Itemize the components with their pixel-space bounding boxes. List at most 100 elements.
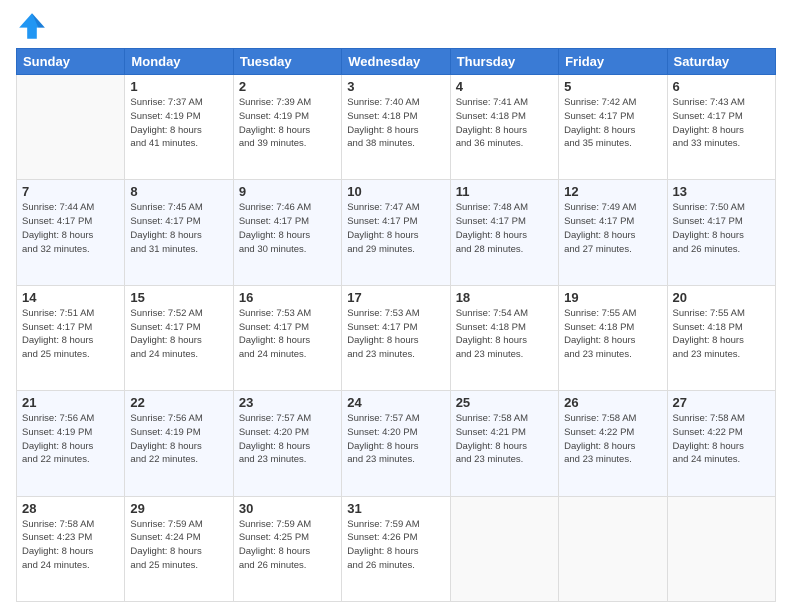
day-info: Sunrise: 7:58 AM Sunset: 4:23 PM Dayligh… — [22, 518, 119, 573]
day-number: 17 — [347, 290, 444, 305]
week-row-3: 14 Sunrise: 7:51 AM Sunset: 4:17 PM Dayli… — [17, 285, 776, 390]
header-wednesday: Wednesday — [342, 49, 450, 75]
day-info: Sunrise: 7:39 AM Sunset: 4:19 PM Dayligh… — [239, 96, 336, 151]
day-info: Sunrise: 7:48 AM Sunset: 4:17 PM Dayligh… — [456, 201, 553, 256]
day-info: Sunrise: 7:52 AM Sunset: 4:17 PM Dayligh… — [130, 307, 227, 362]
day-number: 21 — [22, 395, 119, 410]
day-number: 7 — [22, 184, 119, 199]
week-row-1: 1 Sunrise: 7:37 AM Sunset: 4:19 PM Daylig… — [17, 75, 776, 180]
page: SundayMondayTuesdayWednesdayThursdayFrid… — [0, 0, 792, 612]
calendar-cell: 26 Sunrise: 7:58 AM Sunset: 4:22 PM Dayli… — [559, 391, 667, 496]
day-info: Sunrise: 7:58 AM Sunset: 4:22 PM Dayligh… — [564, 412, 661, 467]
calendar-cell: 17 Sunrise: 7:53 AM Sunset: 4:17 PM Dayli… — [342, 285, 450, 390]
calendar-cell: 27Sunrise: 7:58 AM Sunset: 4:22 PM Dayli… — [667, 391, 775, 496]
day-number: 14 — [22, 290, 119, 305]
day-number: 9 — [239, 184, 336, 199]
day-info: Sunrise: 7:43 AM Sunset: 4:17 PM Dayligh… — [673, 96, 770, 151]
calendar-cell: 11 Sunrise: 7:48 AM Sunset: 4:17 PM Dayli… — [450, 180, 558, 285]
week-row-4: 21 Sunrise: 7:56 AM Sunset: 4:19 PM Dayli… — [17, 391, 776, 496]
calendar-cell: 2 Sunrise: 7:39 AM Sunset: 4:19 PM Daylig… — [233, 75, 341, 180]
calendar-cell: 1 Sunrise: 7:37 AM Sunset: 4:19 PM Daylig… — [125, 75, 233, 180]
calendar-cell: 29Sunrise: 7:59 AM Sunset: 4:24 PM Dayli… — [125, 496, 233, 601]
calendar-cell — [17, 75, 125, 180]
calendar-cell — [667, 496, 775, 601]
week-row-5: 28 Sunrise: 7:58 AM Sunset: 4:23 PM Dayli… — [17, 496, 776, 601]
day-number: 27 — [673, 395, 770, 410]
calendar-cell: 25 Sunrise: 7:58 AM Sunset: 4:21 PM Dayli… — [450, 391, 558, 496]
header-thursday: Thursday — [450, 49, 558, 75]
day-info: Sunrise: 7:42 AM Sunset: 4:17 PM Dayligh… — [564, 96, 661, 151]
calendar-cell: 6 Sunrise: 7:43 AM Sunset: 4:17 PM Daylig… — [667, 75, 775, 180]
calendar-cell: 31Sunrise: 7:59 AM Sunset: 4:26 PM Dayli… — [342, 496, 450, 601]
header-sunday: Sunday — [17, 49, 125, 75]
day-info: Sunrise: 7:37 AM Sunset: 4:19 PM Dayligh… — [130, 96, 227, 151]
day-number: 25 — [456, 395, 553, 410]
day-info: Sunrise: 7:57 AM Sunset: 4:20 PM Dayligh… — [239, 412, 336, 467]
day-info: Sunrise: 7:59 AM Sunset: 4:26 PM Dayligh… — [347, 518, 444, 573]
calendar-table: SundayMondayTuesdayWednesdayThursdayFrid… — [16, 48, 776, 602]
day-number: 15 — [130, 290, 227, 305]
day-number: 8 — [130, 184, 227, 199]
day-number: 19 — [564, 290, 661, 305]
calendar-cell: 14 Sunrise: 7:51 AM Sunset: 4:17 PM Dayli… — [17, 285, 125, 390]
day-info: Sunrise: 7:55 AM Sunset: 4:18 PM Dayligh… — [564, 307, 661, 362]
calendar-cell: 7 Sunrise: 7:44 AM Sunset: 4:17 PM Daylig… — [17, 180, 125, 285]
day-number: 11 — [456, 184, 553, 199]
calendar-cell: 9 Sunrise: 7:46 AM Sunset: 4:17 PM Daylig… — [233, 180, 341, 285]
calendar-cell: 23Sunrise: 7:57 AM Sunset: 4:20 PM Dayli… — [233, 391, 341, 496]
day-info: Sunrise: 7:57 AM Sunset: 4:20 PM Dayligh… — [347, 412, 444, 467]
calendar-cell: 10 Sunrise: 7:47 AM Sunset: 4:17 PM Dayli… — [342, 180, 450, 285]
calendar-cell: 21 Sunrise: 7:56 AM Sunset: 4:19 PM Dayli… — [17, 391, 125, 496]
day-number: 28 — [22, 501, 119, 516]
day-number: 24 — [347, 395, 444, 410]
calendar-cell: 16 Sunrise: 7:53 AM Sunset: 4:17 PM Dayli… — [233, 285, 341, 390]
day-info: Sunrise: 7:54 AM Sunset: 4:18 PM Dayligh… — [456, 307, 553, 362]
day-number: 4 — [456, 79, 553, 94]
day-info: Sunrise: 7:47 AM Sunset: 4:17 PM Dayligh… — [347, 201, 444, 256]
day-number: 5 — [564, 79, 661, 94]
day-number: 22 — [130, 395, 227, 410]
calendar-cell — [559, 496, 667, 601]
header-tuesday: Tuesday — [233, 49, 341, 75]
day-number: 6 — [673, 79, 770, 94]
calendar-cell: 13 Sunrise: 7:50 AM Sunset: 4:17 PM Dayli… — [667, 180, 775, 285]
calendar-cell: 15 Sunrise: 7:52 AM Sunset: 4:17 PM Dayli… — [125, 285, 233, 390]
day-info: Sunrise: 7:53 AM Sunset: 4:17 PM Dayligh… — [239, 307, 336, 362]
day-info: Sunrise: 7:41 AM Sunset: 4:18 PM Dayligh… — [456, 96, 553, 151]
day-number: 10 — [347, 184, 444, 199]
day-number: 18 — [456, 290, 553, 305]
day-number: 1 — [130, 79, 227, 94]
calendar-cell: 19 Sunrise: 7:55 AM Sunset: 4:18 PM Dayli… — [559, 285, 667, 390]
calendar-cell: 18 Sunrise: 7:54 AM Sunset: 4:18 PM Dayli… — [450, 285, 558, 390]
logo — [16, 10, 52, 42]
day-info: Sunrise: 7:46 AM Sunset: 4:17 PM Dayligh… — [239, 201, 336, 256]
day-number: 2 — [239, 79, 336, 94]
calendar-cell: 4 Sunrise: 7:41 AM Sunset: 4:18 PM Daylig… — [450, 75, 558, 180]
calendar-cell: 24 Sunrise: 7:57 AM Sunset: 4:20 PM Dayli… — [342, 391, 450, 496]
day-info: Sunrise: 7:59 AM Sunset: 4:25 PM Dayligh… — [239, 518, 336, 573]
day-info: Sunrise: 7:56 AM Sunset: 4:19 PM Dayligh… — [130, 412, 227, 467]
day-info: Sunrise: 7:44 AM Sunset: 4:17 PM Dayligh… — [22, 201, 119, 256]
calendar-cell: 12Sunrise: 7:49 AM Sunset: 4:17 PM Dayli… — [559, 180, 667, 285]
calendar-cell: 22 Sunrise: 7:56 AM Sunset: 4:19 PM Dayli… — [125, 391, 233, 496]
day-number: 26 — [564, 395, 661, 410]
day-info: Sunrise: 7:51 AM Sunset: 4:17 PM Dayligh… — [22, 307, 119, 362]
calendar-cell: 30Sunrise: 7:59 AM Sunset: 4:25 PM Dayli… — [233, 496, 341, 601]
day-number: 13 — [673, 184, 770, 199]
calendar-cell: 3Sunrise: 7:40 AM Sunset: 4:18 PM Daylig… — [342, 75, 450, 180]
day-number: 29 — [130, 501, 227, 516]
day-info: Sunrise: 7:49 AM Sunset: 4:17 PM Dayligh… — [564, 201, 661, 256]
logo-icon — [16, 10, 48, 42]
day-info: Sunrise: 7:55 AM Sunset: 4:18 PM Dayligh… — [673, 307, 770, 362]
day-info: Sunrise: 7:56 AM Sunset: 4:19 PM Dayligh… — [22, 412, 119, 467]
day-info: Sunrise: 7:58 AM Sunset: 4:21 PM Dayligh… — [456, 412, 553, 467]
day-number: 16 — [239, 290, 336, 305]
header-saturday: Saturday — [667, 49, 775, 75]
week-row-2: 7 Sunrise: 7:44 AM Sunset: 4:17 PM Daylig… — [17, 180, 776, 285]
header-monday: Monday — [125, 49, 233, 75]
day-info: Sunrise: 7:45 AM Sunset: 4:17 PM Dayligh… — [130, 201, 227, 256]
calendar-cell: 5 Sunrise: 7:42 AM Sunset: 4:17 PM Daylig… — [559, 75, 667, 180]
day-info: Sunrise: 7:53 AM Sunset: 4:17 PM Dayligh… — [347, 307, 444, 362]
day-info: Sunrise: 7:50 AM Sunset: 4:17 PM Dayligh… — [673, 201, 770, 256]
calendar-cell: 28 Sunrise: 7:58 AM Sunset: 4:23 PM Dayli… — [17, 496, 125, 601]
